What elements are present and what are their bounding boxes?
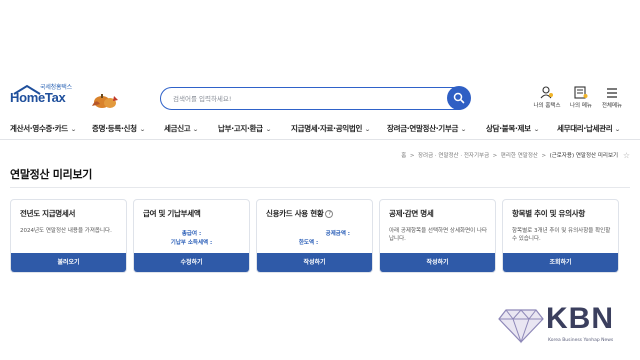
gnb-item-consult[interactable]: 상담·불복·제보 ⌄ [486,123,540,134]
autumn-decoration-icon [92,94,118,108]
breadcrumb: 홈 > 장려금 · 연말정산 · 전자기부금 > 편리한 연말정산 > (근로자… [401,151,630,160]
prepaid-tax-label: 기납부 소득세액 : [170,240,213,246]
breadcrumb-item[interactable]: 장려금 · 연말정산 · 전자기부금 [418,153,489,159]
gnb-item-agent[interactable]: 세무대리·납세관리 ⌄ [557,123,622,134]
hamburger-icon [607,88,617,98]
card-trend-notes: 항목별 추이 및 유의사항 항목별로 3개년 추이 및 유의사항을 확인할 수 … [502,199,619,273]
chevron-down-icon: ⌄ [614,126,622,133]
card-salary-tax: 급여 및 기납부세액 총급여 : 기납부 소득세액 : 수정하기 [133,199,250,273]
deduction-amount-label: 공제금액 : [325,231,350,237]
card-deduction-detail: 공제·감면 명세 아래 공제항목을 선택하면 상세화면이 나타납니다. 작성하기 [379,199,496,273]
breadcrumb-current: (근로자용) 연말정산 미리보기 [549,153,619,159]
search-bar[interactable]: 검색어를 입력하세요! [160,86,471,110]
logo-title: HomeTax [10,90,66,105]
chevron-down-icon: ⌄ [460,126,467,133]
chevron-down-icon: ⌄ [192,126,200,133]
all-menu-label: 전체메뉴 [601,103,623,109]
view-button[interactable]: 조회하기 [503,253,618,272]
load-button[interactable]: 불러오기 [11,253,126,272]
gnb-item-certificate[interactable]: 증명·등록·신청 ⌄ [92,123,146,134]
card-title: 항목별 추이 및 유의사항 [512,209,585,218]
card-title: 급여 및 기납부세액 [143,209,201,218]
gnb-item-statement[interactable]: 지급명세·자료·공익법인 ⌄ [291,123,371,134]
card-title: 신용카드 사용 현황? [266,208,334,219]
search-input[interactable]: 검색어를 입력하세요! [173,93,232,103]
card-title: 전년도 지급명세서 [20,209,76,218]
watermark-subtitle: Korea Business Yonhap News [548,338,614,343]
global-navigation: 계산서·영수증·카드 ⌄ 증명·등록·신청 ⌄ 세금신고 ⌄ 납부·고지·환급 ⌄ 지급… [0,118,640,140]
all-menu-button[interactable]: 전체메뉴 [592,86,632,109]
card-prior-year-statement: 전년도 지급명세서 2024년도 연말정산 내용을 가져옵니다. 불러오기 [10,199,127,273]
gnb-item-year-end[interactable]: 장려금·연말정산·기부금 ⌄ [387,123,467,134]
card-description: 항목별로 3개년 추이 및 유의사항을 확인할 수 있습니다. [512,228,611,242]
chevron-down-icon: ⌄ [532,126,540,133]
page-title: 연말정산 미리보기 [10,168,93,181]
chevron-down-icon: ⌄ [138,126,146,133]
user-icon [540,86,553,99]
favorite-star-icon[interactable]: ☆ [623,151,630,160]
gnb-item-tax-return[interactable]: 세금신고 ⌄ [164,123,200,134]
help-icon[interactable]: ? [325,210,334,218]
chevron-down-icon: ⌄ [264,126,272,133]
hometax-logo[interactable]: 국세청홈택스 HomeTax [10,82,120,112]
breadcrumb-home[interactable]: 홈 [401,153,406,159]
title-divider [10,187,630,188]
edit-button[interactable]: 수정하기 [134,253,249,272]
write-button[interactable]: 작성하기 [380,253,495,272]
search-icon [453,92,465,104]
search-button[interactable] [447,86,471,110]
gnb-item-invoice[interactable]: 계산서·영수증·카드 ⌄ [10,123,77,134]
limit-amount-label: 한도액 : [298,240,319,246]
gnb-item-payment[interactable]: 납부·고지·환급 ⌄ [218,123,272,134]
chevron-down-icon: ⌄ [364,126,371,133]
breadcrumb-item[interactable]: 편리한 연말정산 [501,153,538,159]
total-salary-label: 총급여 : [181,231,202,237]
watermark-brand: KBN [546,302,614,335]
card-title: 공제·감면 명세 [389,209,434,218]
menu-icon [574,86,588,99]
chevron-down-icon: ⌄ [70,126,77,133]
card-description: 아래 공제항목을 선택하면 상세화면이 나타납니다. [389,228,488,242]
card-description: 2024년도 연말정산 내용을 가져옵니다. [20,228,112,234]
kbn-watermark: KBN Korea Business Yonhap News [498,300,638,356]
card-credit-card: 신용카드 사용 현황? 공제금액 : 한도액 : 작성하기 [256,199,373,273]
top-blank-area [0,0,640,78]
write-button[interactable]: 작성하기 [257,253,372,272]
diamond-logo-icon [498,309,544,344]
